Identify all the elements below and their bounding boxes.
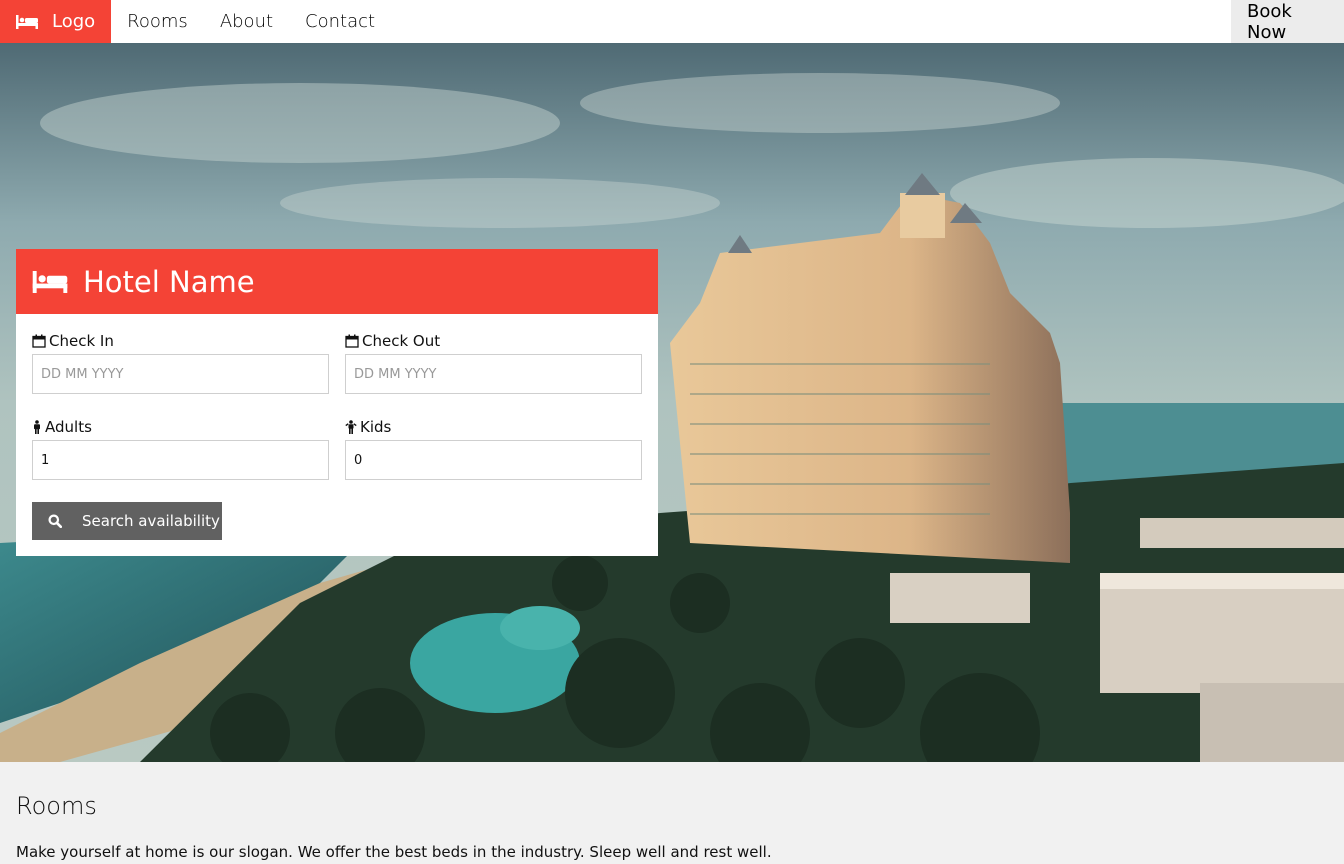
nav-link-about[interactable]: About: [204, 0, 289, 43]
search-availability-label: Search availability: [82, 512, 220, 530]
check-in-field: Check In: [32, 330, 329, 394]
calendar-icon: [345, 334, 359, 348]
booking-card: Hotel Name Check In DD MM YYYY Check Out…: [16, 249, 658, 556]
adults-field: Adults: [32, 416, 329, 480]
check-out-input[interactable]: [345, 354, 642, 394]
hotel-name-title: Hotel Name: [83, 264, 255, 299]
booking-card-header: Hotel Name: [16, 249, 658, 314]
rooms-section: Rooms Make yourself at home is our sloga…: [0, 762, 1344, 864]
check-in-input[interactable]: [32, 354, 329, 394]
logo-label: Logo: [52, 11, 96, 32]
nav-link-contact[interactable]: Contact: [289, 0, 391, 43]
rooms-heading: Rooms: [16, 792, 97, 820]
check-out-label: Check Out: [345, 330, 642, 352]
logo-link[interactable]: Logo: [0, 0, 112, 43]
kids-input[interactable]: [345, 440, 642, 480]
adults-label: Adults: [32, 416, 329, 438]
male-icon: [34, 420, 40, 434]
bed-icon: [32, 270, 68, 293]
book-now-button[interactable]: Book Now: [1231, 0, 1344, 43]
search-availability-button[interactable]: Search availability: [32, 502, 222, 540]
adults-input[interactable]: [32, 440, 329, 480]
bed-icon: [16, 14, 38, 29]
check-out-field: Check Out: [345, 330, 642, 394]
check-out-label-text: Check Out: [362, 332, 441, 350]
kids-field: Kids: [345, 416, 642, 480]
booking-form: Check In Check Out: [16, 314, 658, 556]
check-in-label: Check In: [32, 330, 329, 352]
calendar-icon: [32, 334, 46, 348]
adults-label-text: Adults: [45, 418, 92, 436]
search-icon: [48, 514, 62, 528]
child-icon: [345, 420, 357, 434]
kids-label: Kids: [345, 416, 642, 438]
rooms-description: Make yourself at home is our slogan. We …: [16, 843, 772, 861]
nav-link-rooms[interactable]: Rooms: [111, 0, 204, 43]
kids-label-text: Kids: [360, 418, 392, 436]
top-navbar: Logo Rooms About Contact Book Now: [0, 0, 1344, 43]
check-in-label-text: Check In: [49, 332, 114, 350]
